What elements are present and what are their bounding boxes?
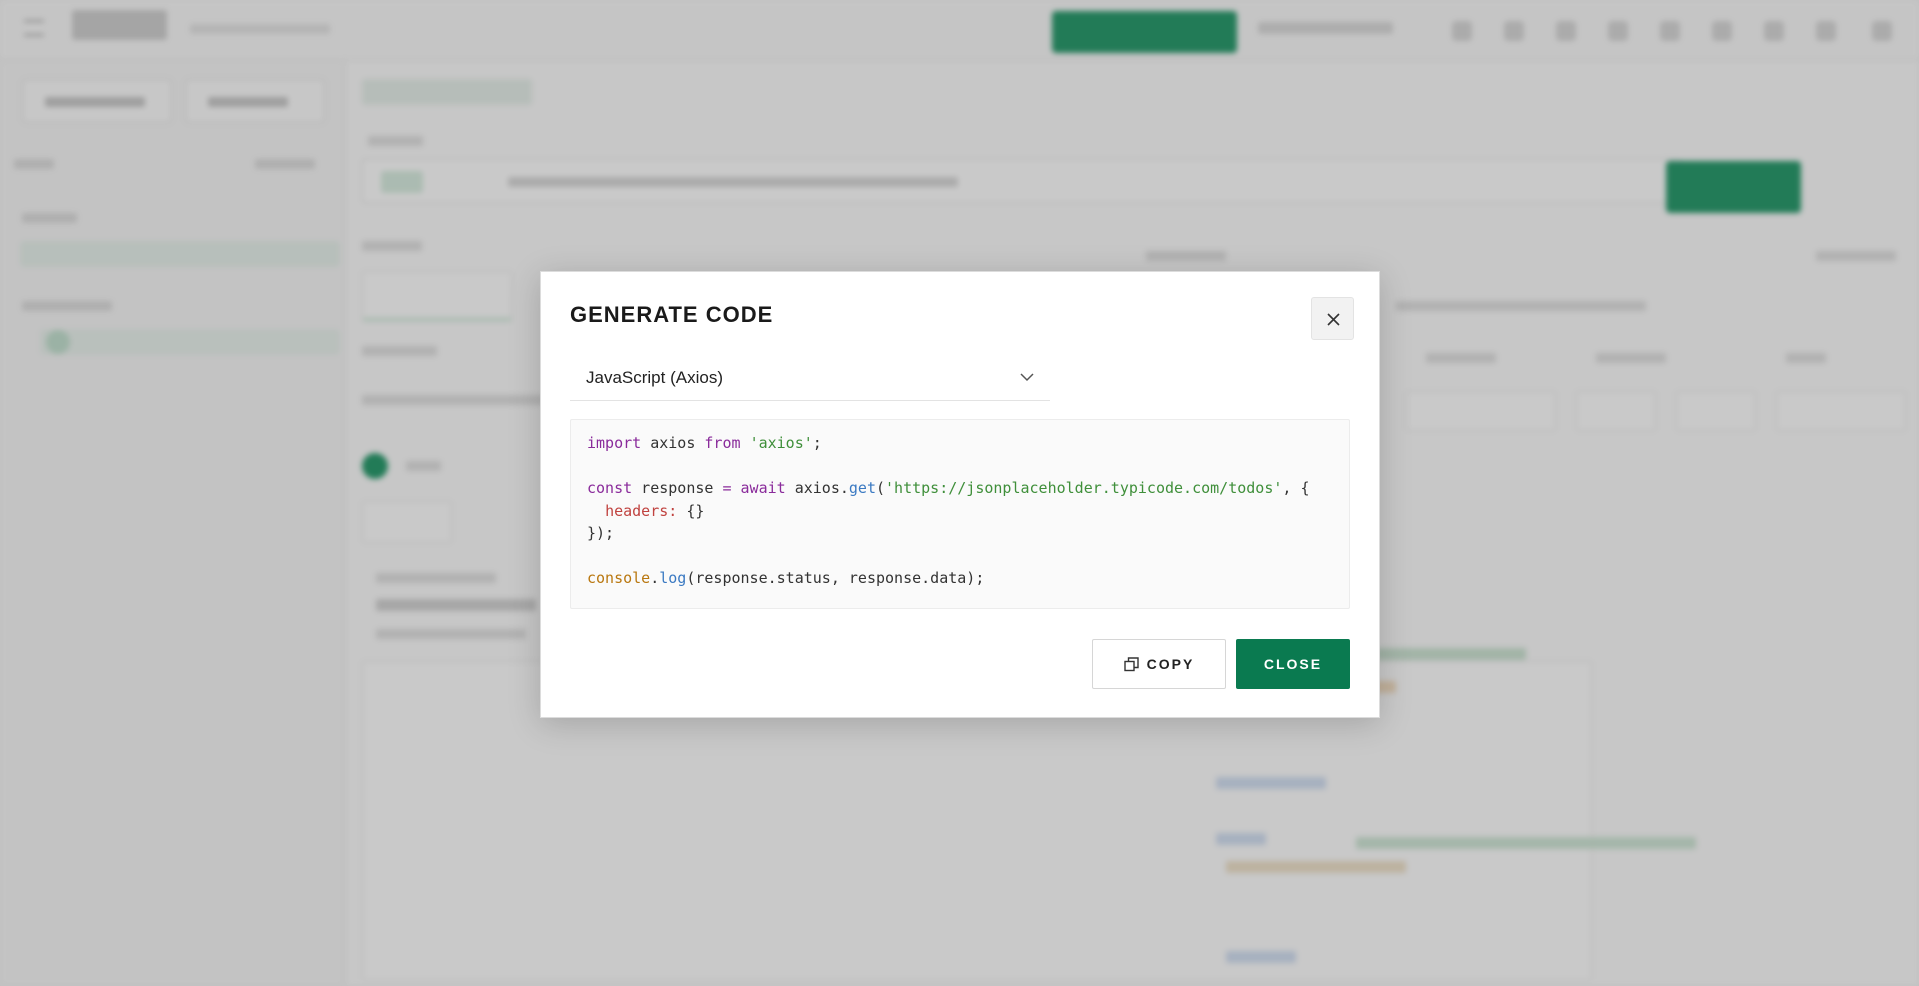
code-block[interactable]: import axios from 'axios'; const respons… [570,419,1350,609]
dialog-close-button[interactable] [1311,297,1354,340]
dialog-title: GENERATE CODE [570,302,774,327]
generate-code-dialog: GENERATE CODE JavaScript (Axios) import … [540,271,1380,718]
copy-icon [1123,656,1139,671]
code-content: import axios from 'axios'; const respons… [587,434,1310,587]
close-button-label: CLOSE [1263,656,1323,672]
close-icon [1327,313,1340,326]
language-select[interactable]: JavaScript (Axios) [570,357,1050,401]
copy-button-label: COPY [1146,656,1195,672]
close-button[interactable]: CLOSE [1236,639,1350,689]
language-select-value: JavaScript (Axios) [586,368,723,387]
copy-button[interactable]: COPY [1092,639,1226,689]
chevron-down-icon [1020,373,1034,382]
